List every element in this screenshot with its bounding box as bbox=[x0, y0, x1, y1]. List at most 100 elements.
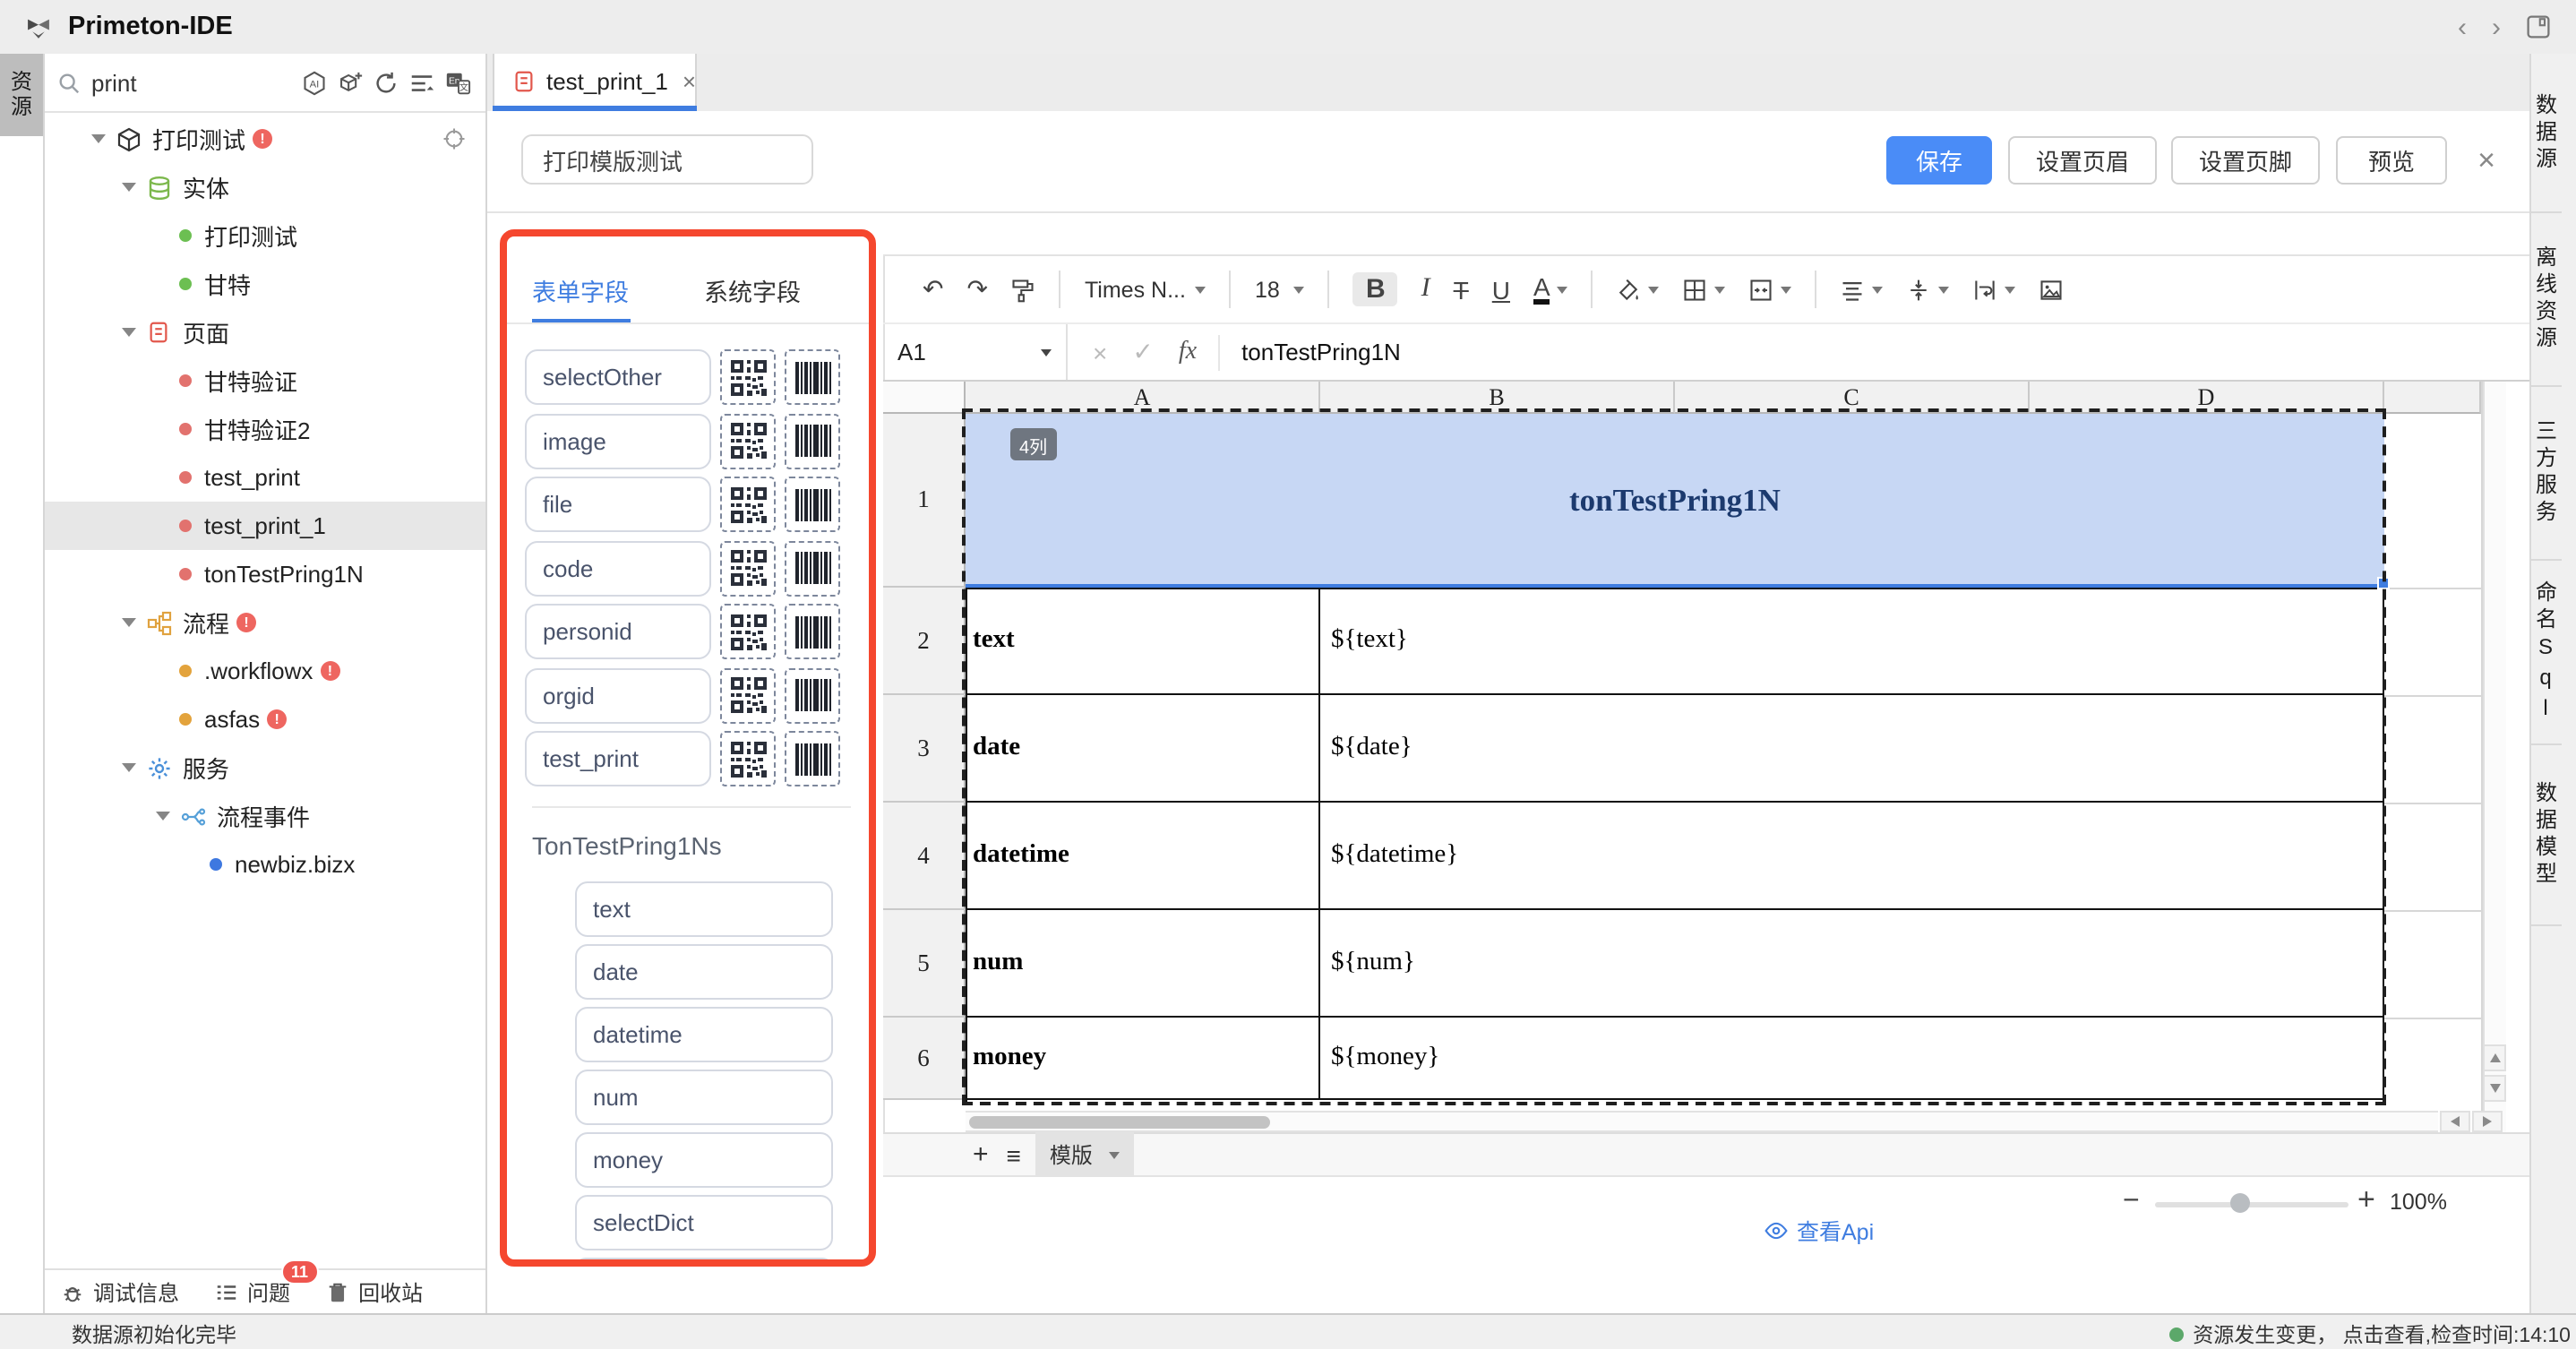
cell-placeholder[interactable]: ${datetime} bbox=[1320, 803, 2384, 908]
add-sheet-icon[interactable]: + bbox=[973, 1139, 989, 1170]
table-row-datetime[interactable]: datetime${datetime} bbox=[966, 803, 2384, 910]
qr-code-icon[interactable] bbox=[720, 349, 776, 405]
preview-button[interactable]: 预览 bbox=[2336, 136, 2447, 185]
qr-code-icon[interactable] bbox=[720, 477, 776, 532]
function-icon[interactable]: fx bbox=[1179, 338, 1197, 366]
group-field-chip-selectDict[interactable]: selectDict bbox=[575, 1195, 833, 1250]
chevron-down-icon[interactable] bbox=[156, 812, 170, 821]
row-header-3[interactable]: 3 bbox=[883, 695, 966, 803]
sheet-list-icon[interactable]: ≡ bbox=[1007, 1140, 1021, 1169]
collapse-list-icon[interactable] bbox=[408, 69, 435, 96]
cell-label[interactable]: num bbox=[966, 910, 1320, 1016]
field-chip-image[interactable]: image bbox=[525, 413, 711, 468]
cell-placeholder[interactable]: ${text} bbox=[1320, 588, 2384, 693]
template-name-input[interactable]: 打印模版测试 bbox=[521, 134, 813, 185]
tree-item-asfas[interactable]: asfas! bbox=[45, 695, 485, 743]
barcode-icon[interactable] bbox=[785, 349, 840, 405]
crosshair-icon[interactable] bbox=[442, 127, 466, 150]
barcode-icon[interactable] bbox=[785, 413, 840, 468]
format-painter-icon[interactable] bbox=[1011, 277, 1036, 302]
tree-item-打印测试[interactable]: 打印测试 bbox=[45, 211, 485, 260]
cancel-entry-icon[interactable]: × bbox=[1093, 338, 1107, 366]
qr-code-icon[interactable] bbox=[720, 604, 776, 659]
cell-label[interactable]: text bbox=[966, 588, 1320, 693]
column-header-B[interactable]: B bbox=[1320, 382, 1675, 414]
insert-image-button[interactable] bbox=[2039, 277, 2065, 302]
scroll-up-icon[interactable] bbox=[2483, 1044, 2506, 1071]
barcode-icon[interactable] bbox=[785, 540, 840, 596]
column-header-partial[interactable] bbox=[2384, 382, 2481, 414]
formula-value[interactable]: tonTestPring1N bbox=[1241, 339, 1401, 365]
tab-test-print-1[interactable]: test_print_1 × bbox=[493, 54, 697, 109]
group-field-chip-text[interactable]: text bbox=[575, 881, 833, 937]
zoom-slider-thumb[interactable] bbox=[2230, 1193, 2250, 1213]
qr-code-icon[interactable] bbox=[720, 413, 776, 468]
cell-label[interactable]: date bbox=[966, 695, 1320, 801]
zoom-in-icon[interactable]: + bbox=[2357, 1182, 2375, 1218]
qr-code-icon[interactable] bbox=[720, 667, 776, 723]
qr-code-icon[interactable] bbox=[720, 540, 776, 596]
barcode-icon[interactable] bbox=[785, 477, 840, 532]
set-page-header-button[interactable]: 设置页眉 bbox=[2008, 136, 2157, 185]
horizontal-align-button[interactable] bbox=[1841, 277, 1884, 302]
vertical-align-button[interactable] bbox=[1907, 277, 1950, 302]
new-module-icon[interactable] bbox=[337, 69, 364, 96]
table-row-money[interactable]: money${money} bbox=[966, 1018, 2384, 1100]
tree-item-test_print[interactable]: test_print bbox=[45, 453, 485, 502]
bold-button[interactable]: B bbox=[1353, 272, 1398, 306]
barcode-icon[interactable] bbox=[785, 604, 840, 659]
selection-handle[interactable] bbox=[2377, 577, 2390, 589]
scroll-down-icon[interactable] bbox=[2483, 1075, 2506, 1102]
merge-cells-button[interactable] bbox=[1749, 277, 1792, 302]
table-row-num[interactable]: num${num} bbox=[966, 910, 2384, 1018]
chevron-down-icon[interactable] bbox=[122, 328, 136, 337]
field-chip-code[interactable]: code bbox=[525, 540, 711, 596]
cell-label[interactable]: money bbox=[966, 1018, 1320, 1098]
sheet-tab-template[interactable]: 模版 bbox=[1035, 1132, 1134, 1177]
zoom-slider[interactable] bbox=[2155, 1202, 2348, 1207]
set-page-footer-button[interactable]: 设置页脚 bbox=[2171, 136, 2320, 185]
italic-button[interactable]: I bbox=[1421, 274, 1430, 305]
field-chip-test_print[interactable]: test_print bbox=[525, 731, 711, 786]
tree-item-实体[interactable]: 实体 bbox=[45, 163, 485, 211]
ai-assistant-icon[interactable]: AI bbox=[301, 69, 328, 96]
rail-tab-数据模型[interactable]: 数据模型 bbox=[2531, 745, 2562, 926]
group-field-chip-money[interactable]: money bbox=[575, 1132, 833, 1188]
undo-icon[interactable]: ↶ bbox=[923, 274, 943, 305]
chevron-down-icon[interactable] bbox=[122, 763, 136, 772]
rail-tab-离线资源[interactable]: 离线资源 bbox=[2531, 213, 2562, 387]
chevron-down-icon[interactable] bbox=[122, 618, 136, 627]
tab-close-icon[interactable]: × bbox=[683, 68, 696, 95]
row-header-1[interactable]: 1 bbox=[883, 414, 966, 588]
cell-label[interactable]: datetime bbox=[966, 803, 1320, 908]
editor-close-icon[interactable]: × bbox=[2469, 136, 2504, 185]
fill-color-button[interactable] bbox=[1617, 277, 1660, 302]
chevron-down-icon[interactable] bbox=[91, 134, 106, 143]
font-size-select[interactable]: 18 bbox=[1255, 277, 1305, 302]
cell-placeholder[interactable]: ${date} bbox=[1320, 695, 2384, 801]
confirm-entry-icon[interactable]: ✓ bbox=[1132, 337, 1153, 367]
text-wrap-button[interactable] bbox=[1973, 277, 2016, 302]
tree-item-newbiz.bizx[interactable]: newbiz.bizx bbox=[45, 840, 485, 889]
cell-placeholder[interactable]: ${money} bbox=[1320, 1018, 2384, 1098]
view-api-link[interactable]: 查看Api bbox=[1765, 1213, 1874, 1247]
field-chip-personid[interactable]: personid bbox=[525, 604, 711, 659]
tree-item-打印测试[interactable]: 打印测试! bbox=[45, 115, 485, 163]
tree-item-流程事件[interactable]: 流程事件 bbox=[45, 792, 485, 840]
tree-item-流程[interactable]: 流程! bbox=[45, 598, 485, 647]
redo-icon[interactable]: ↷ bbox=[966, 274, 987, 305]
column-header-C[interactable]: C bbox=[1675, 382, 2030, 414]
tree-item-.workflowx[interactable]: .workflowx! bbox=[45, 647, 485, 695]
barcode-icon[interactable] bbox=[785, 667, 840, 723]
vertical-scrollbar[interactable] bbox=[2483, 382, 2506, 1132]
barcode-icon[interactable] bbox=[785, 731, 840, 786]
refresh-icon[interactable] bbox=[373, 69, 399, 96]
column-header-D[interactable]: D bbox=[2030, 382, 2384, 414]
zoom-out-icon[interactable]: − bbox=[2123, 1186, 2140, 1218]
table-row-text[interactable]: text${text} bbox=[966, 588, 2384, 695]
nav-forward-icon[interactable]: › bbox=[2492, 12, 2501, 42]
nav-back-icon[interactable]: ‹ bbox=[2458, 12, 2467, 42]
search-input[interactable]: print bbox=[91, 69, 137, 96]
scroll-right-icon[interactable] bbox=[2472, 1111, 2503, 1132]
tab-system-fields[interactable]: 系统字段 bbox=[704, 272, 801, 308]
